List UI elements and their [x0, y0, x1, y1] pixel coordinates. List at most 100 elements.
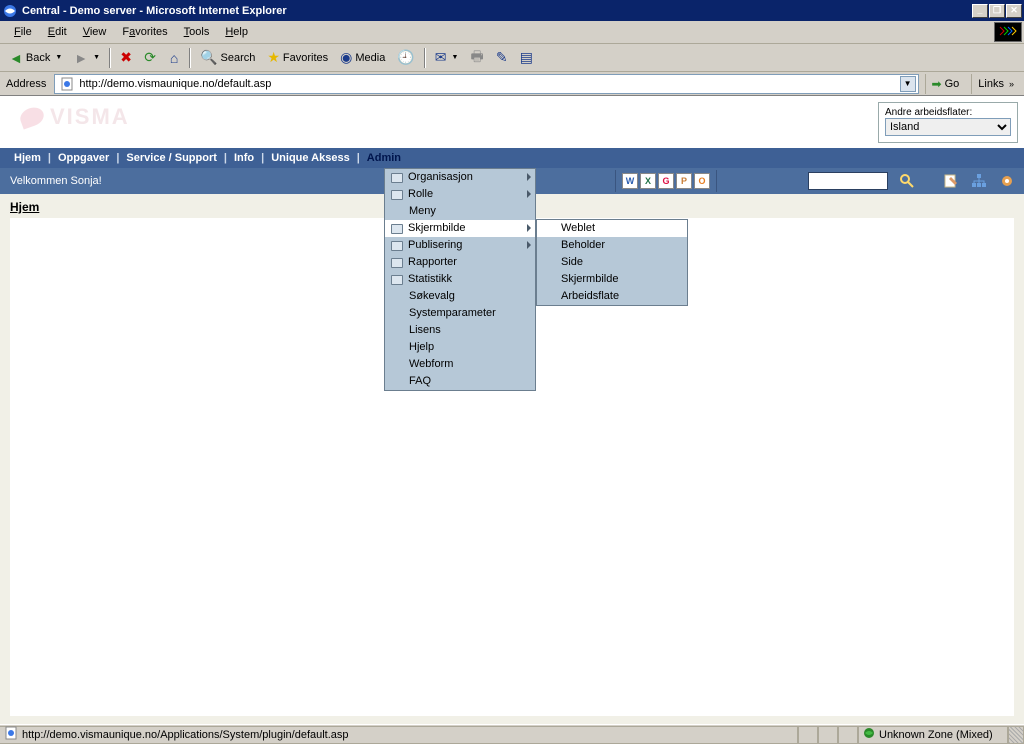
sitemap-icon[interactable]: [970, 172, 988, 190]
status-left: http://demo.vismaunique.no/Applications/…: [0, 726, 798, 744]
go-button[interactable]: ➡Go: [925, 74, 966, 94]
visma-logo: VISMA: [20, 104, 1004, 130]
ie-address-bar: Address http://demo.vismaunique.no/defau…: [0, 72, 1024, 96]
print-button[interactable]: 🖶: [465, 47, 488, 69]
admin-menu-item-systemparameter[interactable]: Systemparameter: [385, 305, 535, 322]
submenu-item-arbeidsflate[interactable]: Arbeidsflate: [537, 288, 687, 305]
doc-icon-g[interactable]: G: [658, 173, 674, 189]
doc-icon-o[interactable]: O: [694, 173, 710, 189]
admin-menu-item-statistikk[interactable]: Statistikk: [385, 271, 535, 288]
address-url: http://demo.vismaunique.no/default.asp: [79, 78, 899, 90]
status-cell-3: [838, 726, 858, 744]
ie-menu-help[interactable]: Help: [217, 24, 256, 40]
discuss-button[interactable]: ▤: [515, 47, 538, 69]
submenu-item-label: Weblet: [561, 220, 595, 237]
submenu-item-label: Arbeidsflate: [561, 288, 619, 305]
admin-menu-item-webform[interactable]: Webform: [385, 356, 535, 373]
doc-icon-w[interactable]: W: [622, 173, 638, 189]
statusbar: http://demo.vismaunique.no/Applications/…: [0, 724, 1024, 744]
nav-item-oppgaver[interactable]: Oppgaver: [52, 152, 115, 164]
workspace-box: Andre arbeidsflater: Island: [878, 102, 1018, 143]
nav-item-hjem[interactable]: Hjem: [8, 152, 47, 164]
submenu-item-skjermbilde[interactable]: Skjermbilde: [537, 271, 687, 288]
menu-item-label: Rolle: [408, 186, 433, 203]
refresh-button[interactable]: ⟳: [139, 47, 161, 69]
back-button[interactable]: ◄Back▼: [4, 47, 67, 69]
doc-icon-x[interactable]: X: [640, 173, 656, 189]
ie-menu-view[interactable]: View: [75, 24, 115, 40]
admin-menu-item-skjermbilde[interactable]: Skjermbilde: [385, 220, 535, 237]
admin-menu-item-rapporter[interactable]: Rapporter: [385, 254, 535, 271]
nav-item-service-support[interactable]: Service / Support: [120, 152, 222, 164]
zone-icon: [863, 727, 875, 742]
menu-item-label: Skjermbilde: [408, 220, 465, 237]
search-button[interactable]: 🔍Search: [195, 47, 260, 69]
forward-button[interactable]: ►▼: [69, 47, 105, 69]
submenu-item-beholder[interactable]: Beholder: [537, 237, 687, 254]
settings-icon[interactable]: [998, 172, 1016, 190]
admin-menu-item-hjelp[interactable]: Hjelp: [385, 339, 535, 356]
address-combo[interactable]: http://demo.vismaunique.no/default.asp ▼: [54, 74, 918, 94]
submenu-arrow-icon: [527, 224, 531, 232]
window-title: Central - Demo server - Microsoft Intern…: [22, 5, 972, 17]
home-button[interactable]: ⌂: [163, 47, 185, 69]
menu-item-label: Statistikk: [408, 271, 452, 288]
window-titlebar: Central - Demo server - Microsoft Intern…: [0, 0, 1024, 21]
folder-icon: [391, 190, 403, 200]
submenu-item-weblet[interactable]: Weblet: [537, 220, 687, 237]
ie-menu-file[interactable]: File: [6, 24, 40, 40]
admin-menu-item-lisens[interactable]: Lisens: [385, 322, 535, 339]
menu-item-label: Hjelp: [409, 339, 434, 356]
resize-grip[interactable]: [1008, 726, 1024, 744]
admin-menu-item-faq[interactable]: FAQ: [385, 373, 535, 390]
submenu-item-label: Beholder: [561, 237, 605, 254]
search-icon[interactable]: [898, 172, 916, 190]
ie-menu-tools[interactable]: Tools: [176, 24, 218, 40]
media-button[interactable]: ◉Media: [335, 47, 390, 69]
address-dropdown-button[interactable]: ▼: [900, 76, 916, 92]
ie-menu-favorites[interactable]: Favorites: [114, 24, 175, 40]
app-nav: Hjem|Oppgaver|Service / Support|Info|Uni…: [0, 148, 1024, 168]
doc-icon-p[interactable]: P: [676, 173, 692, 189]
stop-button[interactable]: ✖: [115, 47, 137, 69]
window-buttons: _ ❐ ✕: [972, 4, 1022, 18]
ie-toolbar: ◄Back▼ ►▼ ✖ ⟳ ⌂ 🔍Search ★Favorites ◉Medi…: [0, 44, 1024, 72]
submenu-arrow-icon: [527, 173, 531, 181]
status-cell-2: [818, 726, 838, 744]
favorites-button[interactable]: ★Favorites: [262, 47, 333, 69]
admin-menu-item-søkevalg[interactable]: Søkevalg: [385, 288, 535, 305]
menu-item-label: Organisasjon: [408, 169, 473, 186]
submenu-item-side[interactable]: Side: [537, 254, 687, 271]
menu-item-label: Rapporter: [408, 254, 457, 271]
folder-icon: [391, 173, 403, 183]
minimize-button[interactable]: _: [972, 4, 988, 18]
history-button[interactable]: 🕘: [392, 47, 419, 69]
admin-menu-item-meny[interactable]: Meny: [385, 203, 535, 220]
status-cell-1: [798, 726, 818, 744]
workspace-select[interactable]: Island: [885, 118, 1011, 136]
mail-button[interactable]: ✉▼: [430, 47, 464, 69]
menu-item-label: Systemparameter: [409, 305, 496, 322]
zone-text: Unknown Zone (Mixed): [879, 729, 993, 741]
brand-area: VISMA Andre arbeidsflater: Island: [0, 96, 1024, 148]
address-label: Address: [4, 78, 48, 90]
folder-icon: [391, 258, 403, 268]
maximize-button[interactable]: ❐: [989, 4, 1005, 18]
nav-item-unique-aksess[interactable]: Unique Aksess: [265, 152, 355, 164]
status-page-icon: [4, 726, 18, 743]
admin-menu-item-publisering[interactable]: Publisering: [385, 237, 535, 254]
edit-icon[interactable]: [942, 172, 960, 190]
status-zone: Unknown Zone (Mixed): [858, 726, 1008, 744]
workspace-label: Andre arbeidsflater:: [885, 107, 1011, 118]
tool-cluster: [808, 170, 1016, 192]
ie-menu-edit[interactable]: Edit: [40, 24, 75, 40]
admin-menu-item-rolle[interactable]: Rolle: [385, 186, 535, 203]
edit-button[interactable]: ✎: [491, 47, 513, 69]
close-button[interactable]: ✕: [1006, 4, 1022, 18]
nav-item-admin[interactable]: Admin: [361, 152, 407, 164]
admin-menu-item-organisasjon[interactable]: Organisasjon: [385, 169, 535, 186]
nav-item-info[interactable]: Info: [228, 152, 260, 164]
links-button[interactable]: Links»: [971, 74, 1020, 94]
search-input[interactable]: [808, 172, 888, 190]
menu-item-label: Publisering: [408, 237, 462, 254]
